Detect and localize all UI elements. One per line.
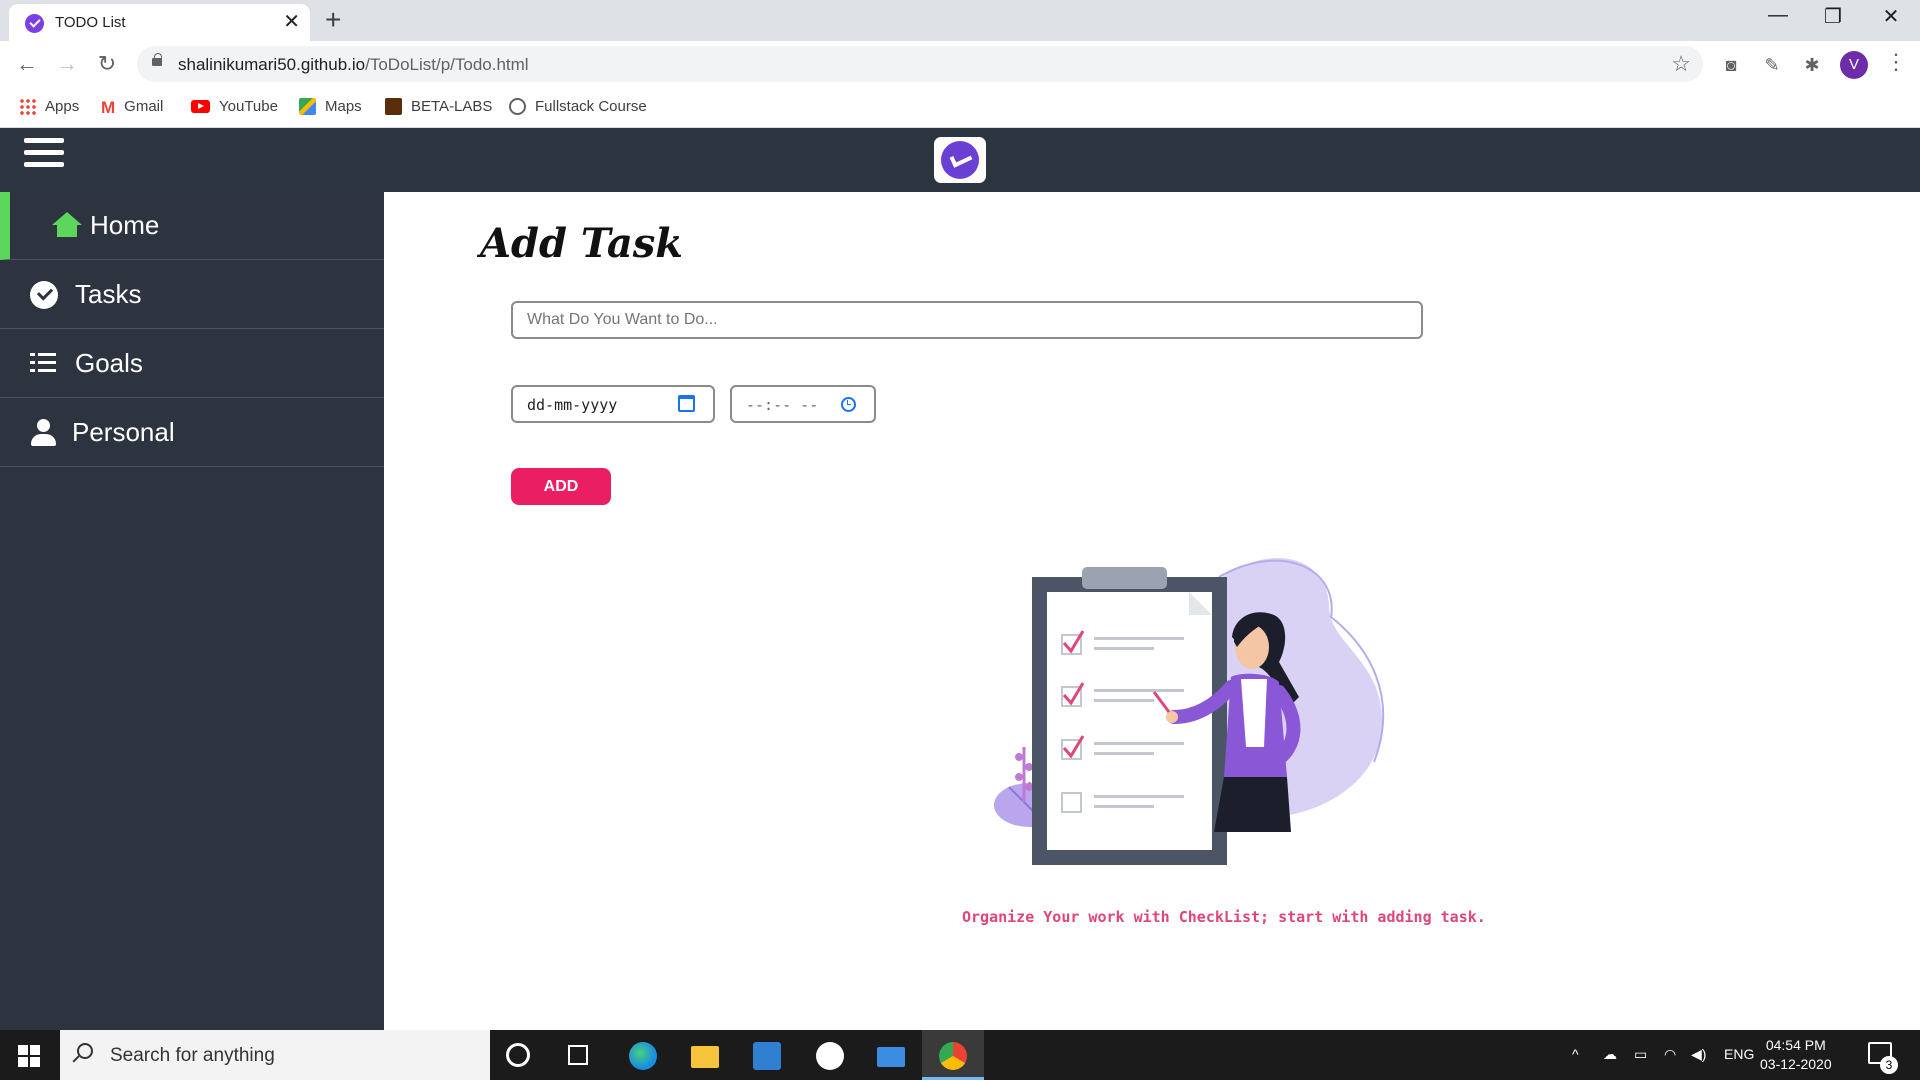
beta-labs-icon (385, 97, 402, 115)
reload-icon[interactable]: ↻ (93, 50, 121, 78)
camera-icon[interactable]: ◙ (1718, 55, 1744, 76)
app-logo (934, 137, 986, 183)
bookmark-maps[interactable]: Maps (299, 95, 362, 117)
page-title: Add Task (480, 220, 683, 267)
date-placeholder: dd-mm-yyyy (527, 396, 618, 414)
taskbar-search[interactable]: Search for anything (60, 1030, 490, 1080)
add-task-button[interactable]: ADD (511, 468, 611, 505)
taskbar-search-placeholder: Search for anything (110, 1045, 275, 1066)
sidebar-item-label: Goals (75, 348, 143, 378)
apps-grid-icon (19, 97, 36, 115)
onedrive-icon[interactable]: ☁ (1603, 1046, 1617, 1063)
bookmark-star-icon[interactable]: ☆ (1671, 51, 1691, 77)
globe-icon (509, 97, 526, 115)
input-language[interactable]: ENG (1724, 1046, 1754, 1062)
bookmark-label: YouTube (219, 97, 278, 115)
edge-icon[interactable] (629, 1042, 657, 1070)
search-icon (77, 1043, 93, 1059)
sidebar-item-label: Home (90, 210, 160, 240)
sidebar-item-goals[interactable]: Goals (0, 330, 384, 398)
sidebar-item-label: Tasks (75, 279, 142, 309)
windows-taskbar: Search for anything ^ ☁ ▭ ◠ ◀) ENG 04:54… (0, 1030, 1920, 1080)
url-text: shalinikumari50.github.io/ToDoList/p/Tod… (178, 55, 529, 75)
tagline: Organize Your work with CheckList; start… (962, 908, 1486, 926)
bookmark-gmail[interactable]: M Gmail (101, 95, 163, 117)
app-circle-icon[interactable] (816, 1042, 844, 1070)
check-circle-icon (30, 281, 58, 309)
minimize-button[interactable]: — (1755, 4, 1801, 27)
sidebar: Home Tasks Goals Personal (0, 192, 384, 1030)
bookmark-youtube[interactable]: YouTube (191, 95, 278, 117)
browser-tab-strip: TODO List ✕ + — ❐ ✕ (0, 0, 1920, 41)
forward-arrow-icon[interactable]: → (53, 50, 81, 78)
file-explorer-icon[interactable] (691, 1046, 719, 1068)
bookmark-label: Apps (45, 97, 80, 115)
user-icon (30, 419, 58, 447)
system-clock[interactable]: 04:54 PM 03-12-2020 (1760, 1036, 1832, 1074)
bookmark-label: Fullstack Course (535, 97, 647, 115)
todo-favicon-icon (25, 14, 44, 33)
task-input[interactable] (511, 301, 1423, 339)
show-hidden-icons-chevron-icon[interactable]: ^ (1572, 1046, 1579, 1062)
bookmarks-bar: Apps M Gmail YouTube Maps BETA-LABS Fulls… (0, 86, 1920, 128)
browser-menu-icon[interactable]: ⋮ (1885, 49, 1907, 75)
battery-icon[interactable]: ▭ (1634, 1046, 1647, 1063)
notification-count-badge: 3 (1880, 1056, 1898, 1074)
chrome-icon (939, 1042, 967, 1070)
chrome-taskbar-button[interactable] (922, 1030, 984, 1080)
time-input[interactable]: --:-- -- (730, 385, 876, 423)
eyedropper-extension-icon[interactable]: ✎ (1759, 55, 1785, 76)
tab-title: TODO List (55, 14, 126, 31)
app-header (0, 128, 1920, 192)
lock-icon (152, 53, 162, 66)
url-path: /ToDoList/p/Todo.html (365, 55, 529, 74)
list-check-icon (30, 350, 58, 378)
main-content: Add Task dd-mm-yyyy --:-- -- ADD (384, 192, 1920, 1030)
address-bar[interactable]: shalinikumari50.github.io/ToDoList/p/Tod… (137, 46, 1703, 82)
close-window-button[interactable]: ✕ (1868, 4, 1914, 29)
gmail-icon: M (101, 97, 116, 117)
clock-date: 03-12-2020 (1760, 1056, 1832, 1072)
extensions-puzzle-icon[interactable]: ✱ (1799, 55, 1825, 76)
youtube-icon (191, 99, 210, 113)
tab-close-icon[interactable]: ✕ (283, 10, 300, 34)
store-icon[interactable] (753, 1042, 781, 1070)
bookmark-apps[interactable]: Apps (19, 95, 79, 117)
calendar-icon[interactable] (678, 395, 695, 412)
sidebar-item-label: Personal (72, 417, 175, 447)
new-tab-button[interactable]: + (325, 5, 341, 35)
back-arrow-icon[interactable]: ← (13, 50, 41, 78)
date-input[interactable]: dd-mm-yyyy (511, 385, 715, 423)
sidebar-item-home[interactable]: Home (0, 192, 384, 260)
hamburger-menu-icon[interactable] (24, 138, 64, 174)
checklist-woman-illustration (994, 558, 1385, 865)
home-icon (52, 212, 82, 240)
windows-start-icon[interactable] (18, 1045, 40, 1067)
cortana-icon[interactable] (506, 1043, 530, 1067)
clock-icon[interactable] (841, 397, 856, 412)
browser-toolbar: ← → ↻ shalinikumari50.github.io/ToDoList… (0, 41, 1920, 86)
maps-icon (299, 97, 316, 115)
wifi-icon[interactable]: ◠ (1664, 1046, 1676, 1063)
sidebar-item-personal[interactable]: Personal (0, 399, 384, 467)
url-host: shalinikumari50.github.io (178, 55, 366, 74)
bookmark-label: Gmail (124, 97, 164, 115)
bookmark-label: BETA-LABS (411, 97, 493, 115)
bookmark-beta-labs[interactable]: BETA-LABS (385, 95, 492, 117)
profile-avatar[interactable]: V (1840, 51, 1868, 79)
mail-icon[interactable] (877, 1047, 905, 1067)
sidebar-item-tasks[interactable]: Tasks (0, 261, 384, 329)
checkmark-logo-icon (941, 141, 979, 179)
task-view-icon[interactable] (568, 1045, 588, 1065)
restore-button[interactable]: ❐ (1810, 4, 1856, 29)
volume-icon[interactable]: ◀) (1691, 1046, 1706, 1063)
bookmark-fullstack-course[interactable]: Fullstack Course (509, 95, 647, 117)
time-placeholder: --:-- -- (746, 396, 819, 414)
browser-tab[interactable]: TODO List ✕ (9, 4, 310, 41)
bookmark-label: Maps (325, 97, 362, 115)
clock-time: 04:54 PM (1765, 1037, 1826, 1053)
